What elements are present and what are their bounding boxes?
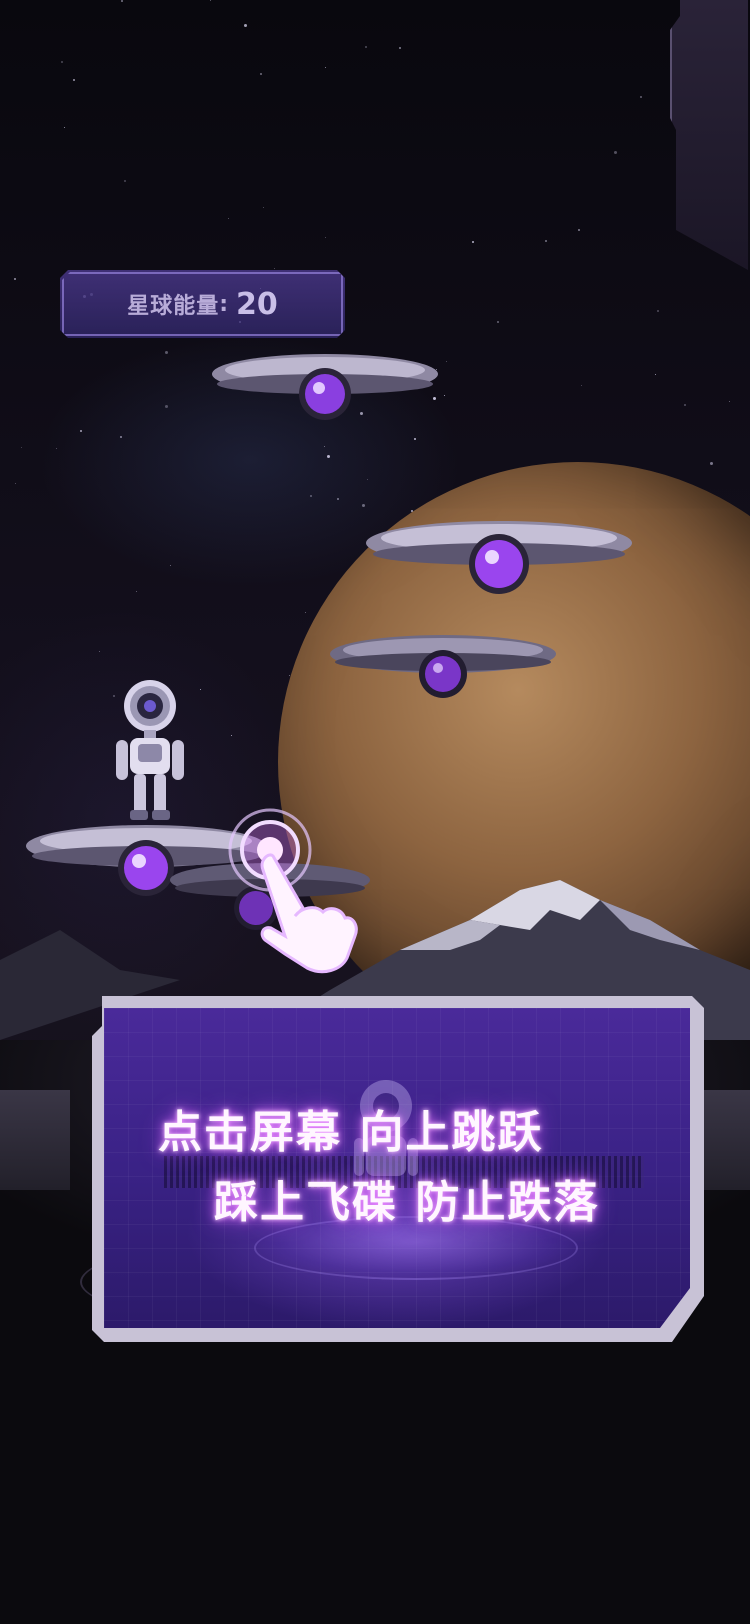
star [578, 229, 580, 231]
star [324, 446, 325, 447]
star [327, 455, 330, 458]
energy-counter-panel: 星球能量 : 20 [60, 270, 345, 338]
star [165, 351, 168, 354]
ufo-platform [366, 518, 632, 608]
pointing-hand-icon [228, 808, 358, 974]
star [124, 180, 126, 182]
star [444, 395, 445, 396]
ufo-platform [212, 352, 438, 432]
star [14, 278, 16, 280]
left-rail-post [0, 1090, 70, 1190]
star [414, 438, 416, 440]
star [15, 483, 16, 484]
instruction-line-2: 踩上飞碟 防止跌落 [214, 1177, 600, 1228]
corner-frame-decoration [670, 0, 748, 270]
star [274, 268, 275, 269]
star [545, 240, 547, 242]
star [244, 24, 247, 27]
robot-icon [116, 680, 184, 820]
star [200, 689, 201, 690]
star [362, 504, 365, 507]
star [337, 498, 339, 500]
game-scene[interactable]: 星球能量 : 20 点击屏幕 向上跳跃 踩上飞碟 防止跌落 [0, 0, 750, 1624]
star [399, 47, 401, 49]
star [21, 447, 22, 448]
star [325, 237, 326, 238]
star [310, 495, 312, 497]
ufo-platform [330, 632, 556, 712]
star [263, 207, 264, 208]
star [365, 46, 367, 48]
star [210, 0, 211, 1]
star [64, 127, 65, 128]
energy-value: 20 [236, 286, 278, 322]
star [657, 310, 659, 312]
star [260, 73, 262, 75]
star [367, 479, 368, 480]
star [56, 448, 57, 449]
star [472, 241, 474, 243]
star [640, 96, 642, 98]
star [99, 651, 100, 652]
star [325, 67, 326, 68]
star [121, 0, 123, 2]
star [170, 565, 171, 566]
energy-label: 星球能量 [127, 294, 220, 319]
star [80, 430, 82, 432]
star [497, 321, 499, 323]
star [614, 151, 617, 154]
star [120, 436, 122, 438]
star [446, 361, 447, 362]
instruction-panel: 点击屏幕 向上跳跃 踩上飞碟 防止跌落 [92, 996, 704, 1342]
star [228, 218, 229, 219]
instruction-line-1: 点击屏幕 向上跳跃 [158, 1107, 544, 1158]
star [73, 79, 75, 81]
energy-colon: : [219, 291, 229, 317]
star [165, 405, 168, 408]
star [136, 591, 137, 592]
star [61, 61, 63, 63]
